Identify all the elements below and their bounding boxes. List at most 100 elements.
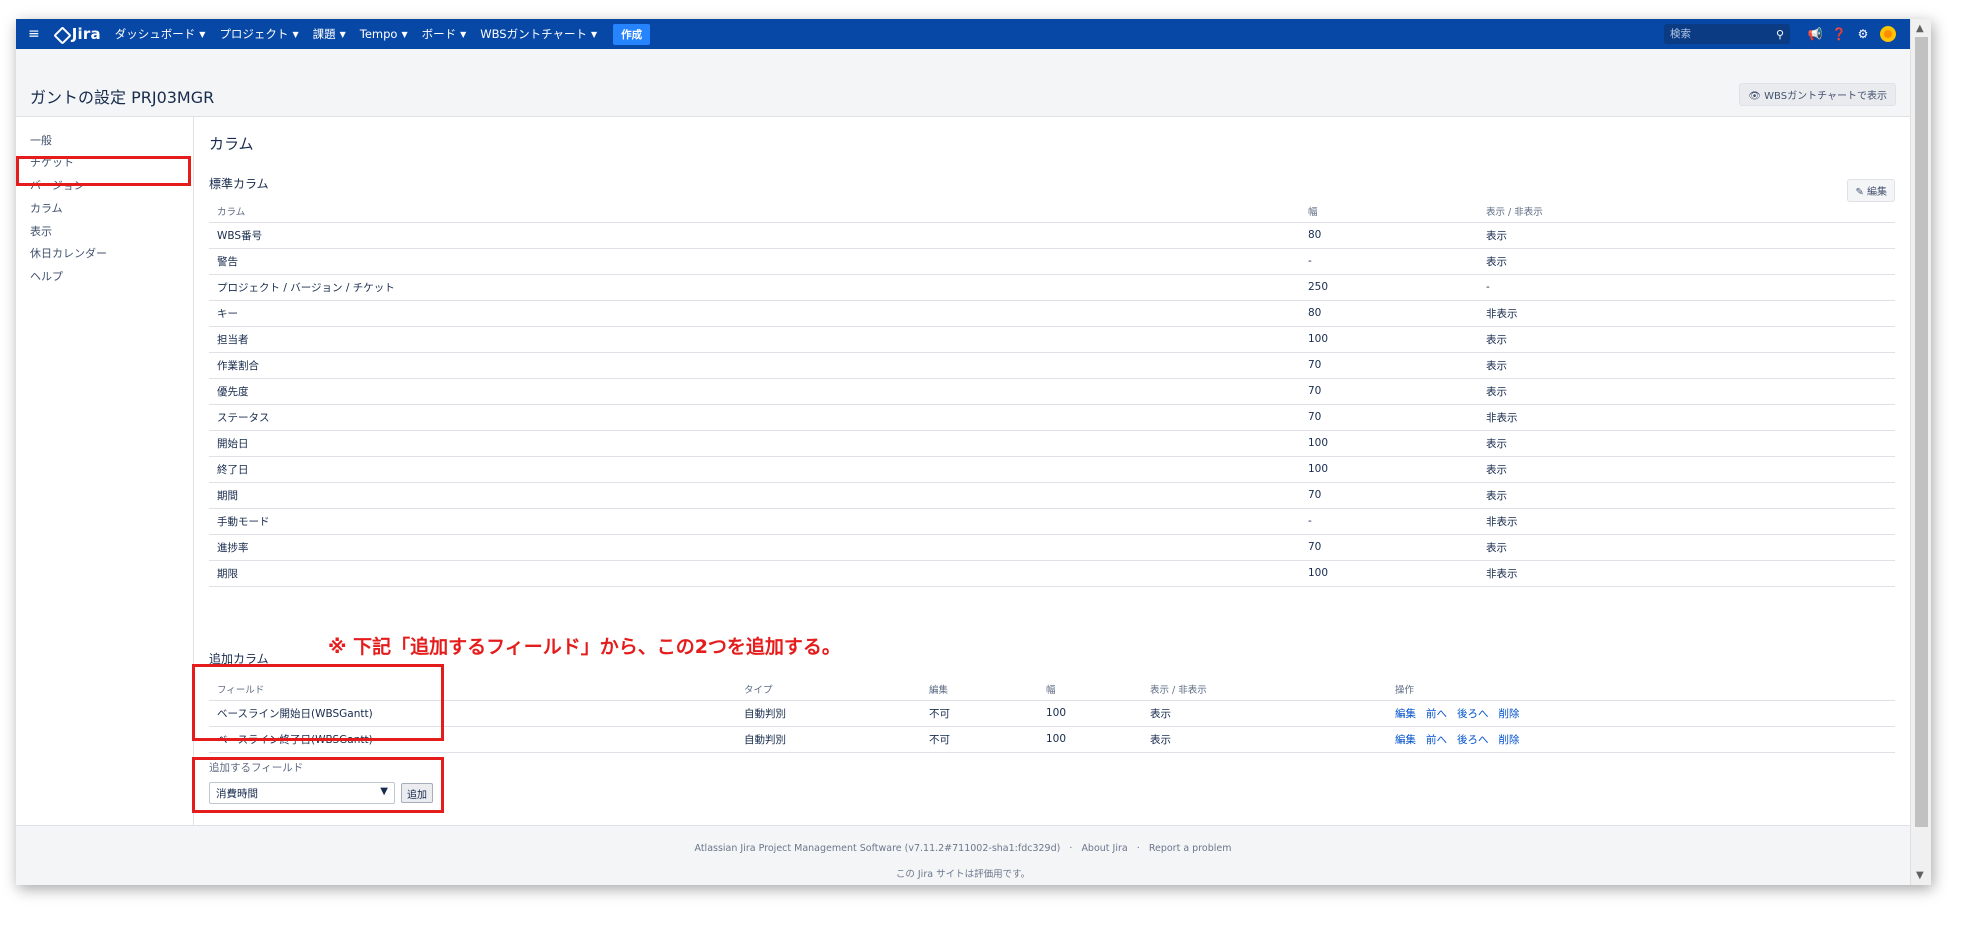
- table-cell: 表示: [1478, 482, 1895, 509]
- table-header-row: フィールド タイプ 編集 幅 表示 / 非表示 操作: [209, 678, 1895, 701]
- table-cell: -: [1300, 248, 1478, 275]
- table-cell: 期限: [209, 560, 1300, 587]
- standard-columns-table: カラム 幅 表示 / 非表示 WBS番号 80 表示 警告 - 表示 プロジェクト / バー…: [209, 200, 1895, 587]
- table-cell: ステータス: [209, 404, 1300, 431]
- pencil-icon: ✎: [1855, 187, 1867, 198]
- table-cell: 自動判別: [736, 700, 921, 727]
- footer-evaluation-note: この Jira サイトは評価用です。: [895, 869, 1031, 880]
- highlight-box-sidebar: [16, 156, 191, 186]
- table-row: ステータス 70 非表示: [209, 404, 1895, 431]
- table-cell: 終了日: [209, 456, 1300, 483]
- edit-link[interactable]: 編集: [1395, 708, 1416, 720]
- column-header: 幅: [1038, 678, 1142, 701]
- table-row: WBS番号 80 表示: [209, 222, 1895, 249]
- table-cell: 進捗率: [209, 534, 1300, 561]
- sidebar-item-columns[interactable]: カラム: [30, 200, 63, 216]
- table-cell: 100: [1038, 726, 1142, 753]
- column-header: カラム: [209, 200, 1300, 223]
- table-row: 進捗率 70 表示: [209, 534, 1895, 561]
- table-cell: 100: [1300, 560, 1478, 587]
- nav-issues[interactable]: 課題 ▼: [313, 26, 346, 42]
- table-cell: 開始日: [209, 430, 1300, 457]
- table-cell: -: [1300, 508, 1478, 535]
- chevron-down-icon: ▼: [199, 29, 206, 39]
- about-jira-link[interactable]: About Jira: [1081, 843, 1127, 854]
- table-row: 終了日 100 表示: [209, 456, 1895, 483]
- table-cell: 表示: [1478, 534, 1895, 561]
- table-cell: 表示: [1478, 352, 1895, 379]
- table-cell: 警告: [209, 248, 1300, 275]
- move-down-link[interactable]: 後ろへ: [1457, 734, 1489, 746]
- table-cell: 不可: [921, 726, 1038, 753]
- scroll-up-icon[interactable]: ▲: [1916, 23, 1924, 34]
- table-cell: 作業割合: [209, 352, 1300, 379]
- table-row: 手動モード - 非表示: [209, 508, 1895, 535]
- avatar[interactable]: [1880, 26, 1896, 42]
- table-row: 優先度 70 表示: [209, 378, 1895, 405]
- table-row: ベースライン終了日(WBSGantt) 自動判別 不可 100 表示 編集 前へ 後ろへ 削除: [209, 726, 1895, 753]
- table-cell: 表示: [1478, 248, 1895, 275]
- table-cell: 250: [1300, 274, 1478, 301]
- delete-link[interactable]: 削除: [1499, 734, 1520, 746]
- table-cell: 表示: [1142, 700, 1387, 727]
- move-down-link[interactable]: 後ろへ: [1457, 708, 1489, 720]
- table-cell: 不可: [921, 700, 1038, 727]
- view-gantt-button[interactable]: 👁 WBSガントチャートで表示: [1739, 83, 1896, 106]
- megaphone-icon[interactable]: 📢: [1806, 25, 1824, 43]
- chevron-down-icon: ▼: [460, 29, 467, 39]
- standard-columns-title: 標準カラム: [209, 177, 269, 191]
- table-row: 期間 70 表示: [209, 482, 1895, 509]
- create-button[interactable]: 作成: [613, 23, 651, 45]
- table-cell: 表示: [1478, 456, 1895, 483]
- menu-icon[interactable]: ≡: [28, 27, 40, 41]
- search-icon[interactable]: ⚲: [1776, 28, 1784, 41]
- table-cell: 100: [1300, 430, 1478, 457]
- scrollbar-thumb[interactable]: [1915, 37, 1928, 827]
- table-cell: 70: [1300, 482, 1478, 509]
- footer: Atlassian Jira Project Management Softwa…: [16, 825, 1910, 885]
- sidebar-item-general[interactable]: 一般: [30, 132, 52, 148]
- table-cell: キー: [209, 300, 1300, 327]
- table-cell: 70: [1300, 352, 1478, 379]
- nav-dashboard[interactable]: ダッシュボード ▼: [115, 26, 206, 42]
- table-cell: 期間: [209, 482, 1300, 509]
- gear-icon[interactable]: ⚙: [1854, 25, 1872, 43]
- delete-link[interactable]: 削除: [1499, 708, 1520, 720]
- vertical-scrollbar[interactable]: ▲ ▼: [1910, 19, 1931, 885]
- nav-tempo[interactable]: Tempo ▼: [360, 27, 408, 41]
- annotation-text: ※ 下記「追加するフィールド」から、この2つを追加する。: [328, 636, 841, 658]
- table-cell: プロジェクト / バージョン / チケット: [209, 274, 1300, 301]
- column-header: 表示 / 非表示: [1142, 678, 1387, 701]
- column-header: 幅: [1300, 200, 1478, 223]
- section-title: カラム: [209, 135, 254, 153]
- add-button[interactable]: 追加: [401, 783, 433, 803]
- nav-wbs-gantt[interactable]: WBSガントチャート ▼: [480, 26, 597, 42]
- help-icon[interactable]: ❓: [1830, 25, 1848, 43]
- page-header: ガントの設定 PRJ03MGR 👁 WBSガントチャートで表示: [16, 49, 1910, 117]
- edit-button[interactable]: ✎ 編集: [1847, 179, 1895, 202]
- table-cell: 非表示: [1478, 508, 1895, 535]
- operations-cell: 編集 前へ 後ろへ 削除: [1387, 700, 1895, 727]
- table-cell: -: [1478, 274, 1895, 301]
- table-cell: 70: [1300, 534, 1478, 561]
- nav-projects[interactable]: プロジェクト ▼: [219, 26, 298, 42]
- move-up-link[interactable]: 前へ: [1426, 708, 1447, 720]
- table-cell: 100: [1038, 700, 1142, 727]
- table-cell: 表示: [1478, 326, 1895, 353]
- jira-logo[interactable]: Jira: [54, 25, 101, 43]
- table-cell: 表示: [1478, 430, 1895, 457]
- scroll-down-icon[interactable]: ▼: [1916, 870, 1924, 881]
- edit-link[interactable]: 編集: [1395, 734, 1416, 746]
- footer-version: Atlassian Jira Project Management Softwa…: [694, 843, 1061, 854]
- table-row: 担当者 100 表示: [209, 326, 1895, 353]
- table-cell: 非表示: [1478, 404, 1895, 431]
- report-problem-link[interactable]: Report a problem: [1149, 843, 1232, 854]
- sidebar-item-holiday-calendar[interactable]: 休日カレンダー: [30, 245, 107, 261]
- search-box[interactable]: ⚲: [1664, 24, 1790, 44]
- move-up-link[interactable]: 前へ: [1426, 734, 1447, 746]
- sidebar-item-display[interactable]: 表示: [30, 223, 52, 239]
- nav-boards[interactable]: ボード ▼: [422, 26, 467, 42]
- sidebar-item-help[interactable]: ヘルプ: [30, 268, 63, 284]
- search-input[interactable]: [1670, 28, 1770, 40]
- add-field-select[interactable]: 消費時間 ▼: [209, 782, 395, 804]
